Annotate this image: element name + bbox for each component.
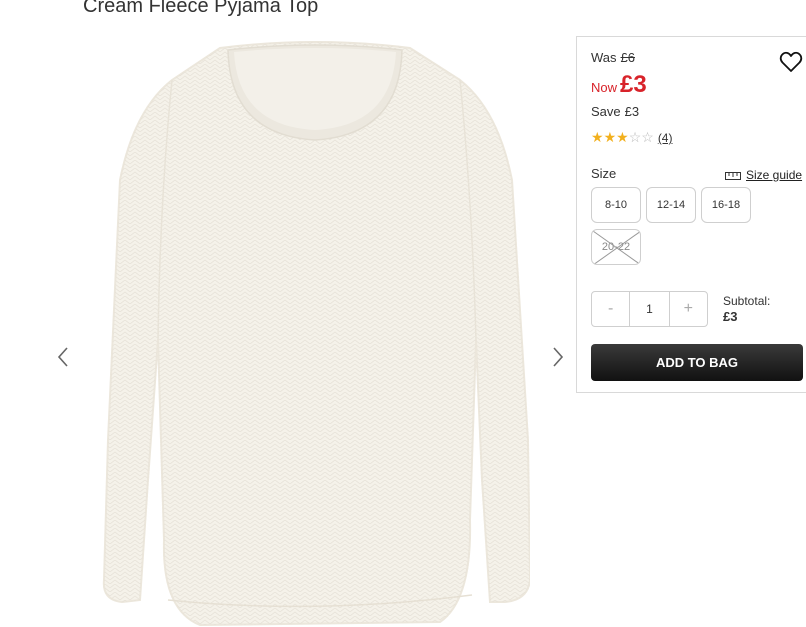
size-guide-link[interactable]: Size guide — [725, 168, 802, 182]
size-option-20-22-unavailable[interactable]: 20-22 — [591, 229, 641, 265]
size-guide-label: Size guide — [746, 168, 803, 182]
quantity-stepper: - 1 + — [591, 291, 708, 327]
rating: ★★★☆☆ (4) — [591, 129, 672, 146]
size-option-8-10[interactable]: 8-10 — [591, 187, 641, 223]
now-price: Now £3 — [591, 71, 647, 99]
star-icon: ★ — [616, 129, 629, 145]
star-icon: ★ — [603, 129, 617, 145]
size-option-label: 8-10 — [604, 199, 628, 211]
chevron-left-icon — [57, 347, 68, 367]
carousel-prev-button[interactable] — [55, 344, 73, 370]
star-icon: ★ — [591, 129, 604, 145]
wishlist-button[interactable] — [779, 51, 803, 73]
heart-icon — [779, 51, 803, 72]
now-price-value: £3 — [620, 71, 647, 98]
size-option-label: 16-18 — [711, 199, 741, 211]
save-label: Save — [591, 104, 621, 119]
size-label: Size — [591, 166, 617, 181]
chevron-right-icon — [553, 347, 564, 367]
subtotal-amount: £3 — [723, 309, 738, 324]
subtotal-label: Subtotal: — [723, 294, 771, 308]
save-value: £3 — [624, 104, 640, 119]
save-amount: Save £3 — [591, 104, 639, 119]
add-to-bag-button[interactable]: ADD TO BAG — [591, 344, 803, 381]
carousel-next-button[interactable] — [548, 344, 566, 370]
size-option-label: 12-14 — [656, 199, 686, 211]
subtotal: Subtotal: £3 — [723, 294, 770, 324]
quantity-decrease-button[interactable]: - — [592, 292, 629, 326]
quantity-increase-button[interactable]: + — [670, 292, 707, 326]
ruler-icon — [725, 171, 741, 180]
quantity-input[interactable]: 1 — [629, 292, 670, 326]
review-count-link[interactable]: (4) — [658, 131, 673, 145]
star-outline-icon: ☆ — [641, 129, 654, 145]
size-option-12-14[interactable]: 12-14 — [646, 187, 696, 223]
product-title: Cream Fleece Pyjama Top — [83, 0, 319, 17]
was-price: Was £6 — [591, 50, 635, 65]
was-price-value: £6 — [620, 50, 635, 65]
purchase-panel: Was £6 Now £3 Save £3 ★★★☆☆ (4) Size Size gu… — [576, 36, 806, 393]
unavailable-cross-icon — [592, 230, 640, 264]
product-image-sweater — [102, 41, 530, 627]
size-option-16-18[interactable]: 16-18 — [701, 187, 751, 223]
now-label: Now — [591, 80, 618, 95]
star-outline-icon: ☆ — [628, 129, 642, 145]
was-label: Was — [591, 50, 617, 65]
